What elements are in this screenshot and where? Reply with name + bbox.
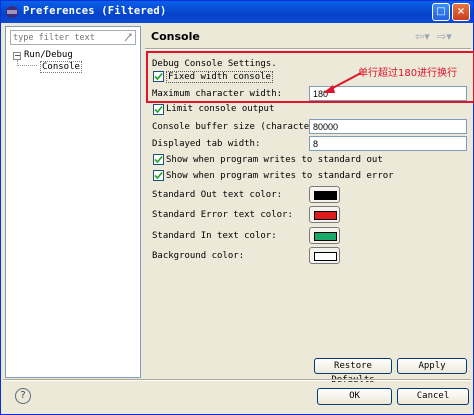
clear-filter-icon[interactable]	[123, 32, 133, 43]
std-out-color-label: Standard Out text color:	[152, 190, 283, 200]
tab-width-label: Displayed tab width:	[152, 139, 261, 149]
check-icon	[154, 155, 163, 164]
restore-defaults-button[interactable]: Restore Defaults	[314, 358, 392, 385]
preferences-tree-panel: − Run/Debug Console	[5, 26, 141, 378]
buffer-size-label: Console buffer size (characters):	[152, 122, 331, 132]
help-icon[interactable]: ?	[15, 388, 31, 404]
buffer-size-input[interactable]	[310, 120, 469, 133]
show-stderr-label[interactable]: Show when program writes to standard err…	[166, 171, 394, 181]
std-err-color-label: Standard Error text color:	[152, 210, 293, 220]
collapse-toggle-icon[interactable]: −	[13, 52, 21, 60]
check-icon	[154, 171, 163, 180]
title-bar[interactable]: Preferences (Filtered) □ ×	[1, 1, 473, 23]
filter-field[interactable]	[10, 30, 136, 45]
bg-color-button[interactable]	[309, 247, 340, 264]
annotation-arrow-icon	[323, 72, 362, 93]
color-swatch	[314, 252, 337, 261]
std-in-color-label: Standard In text color:	[152, 231, 277, 241]
maximize-button[interactable]: □	[432, 3, 450, 21]
tree-connector	[17, 65, 37, 66]
limit-output-label[interactable]: Limit console output	[166, 104, 274, 114]
std-err-color-button[interactable]	[309, 206, 340, 223]
header-separator	[145, 48, 471, 50]
bg-color-label: Background color:	[152, 251, 245, 261]
window-title: Preferences (Filtered)	[23, 5, 167, 17]
color-swatch	[314, 191, 337, 200]
show-stdout-label[interactable]: Show when program writes to standard out	[166, 155, 383, 165]
ok-button[interactable]: OK	[317, 388, 392, 405]
color-swatch	[314, 211, 337, 220]
color-swatch	[314, 232, 337, 241]
apply-button[interactable]: Apply	[397, 358, 467, 374]
limit-output-checkbox[interactable]	[153, 104, 164, 115]
tab-width-input[interactable]	[310, 137, 469, 150]
show-stderr-checkbox[interactable]	[153, 170, 164, 181]
filter-input[interactable]	[13, 32, 121, 43]
close-button[interactable]: ×	[452, 3, 470, 21]
page-title: Console	[151, 30, 200, 43]
preferences-window: Preferences (Filtered) □ × − Run/Debug C…	[0, 0, 474, 415]
annotation-text: 单行超过180进行换行	[358, 68, 458, 79]
forward-arrow-icon[interactable]: ⇨▾	[437, 30, 452, 43]
history-nav: ⇦▾ ⇨▾	[415, 30, 455, 43]
tree-item-console[interactable]: Console	[40, 61, 82, 73]
std-in-color-button[interactable]	[309, 227, 340, 244]
show-stdout-checkbox[interactable]	[153, 154, 164, 165]
eclipse-app-icon	[6, 6, 18, 18]
back-arrow-icon[interactable]: ⇦▾	[415, 30, 430, 43]
buffer-size-field[interactable]	[309, 119, 469, 134]
cancel-button[interactable]: Cancel	[397, 388, 469, 405]
tree-item-run-debug[interactable]: Run/Debug	[24, 50, 73, 60]
check-icon	[154, 105, 163, 114]
bottom-separator	[3, 379, 471, 381]
std-out-color-button[interactable]	[309, 186, 340, 203]
tab-width-field[interactable]	[309, 136, 469, 151]
